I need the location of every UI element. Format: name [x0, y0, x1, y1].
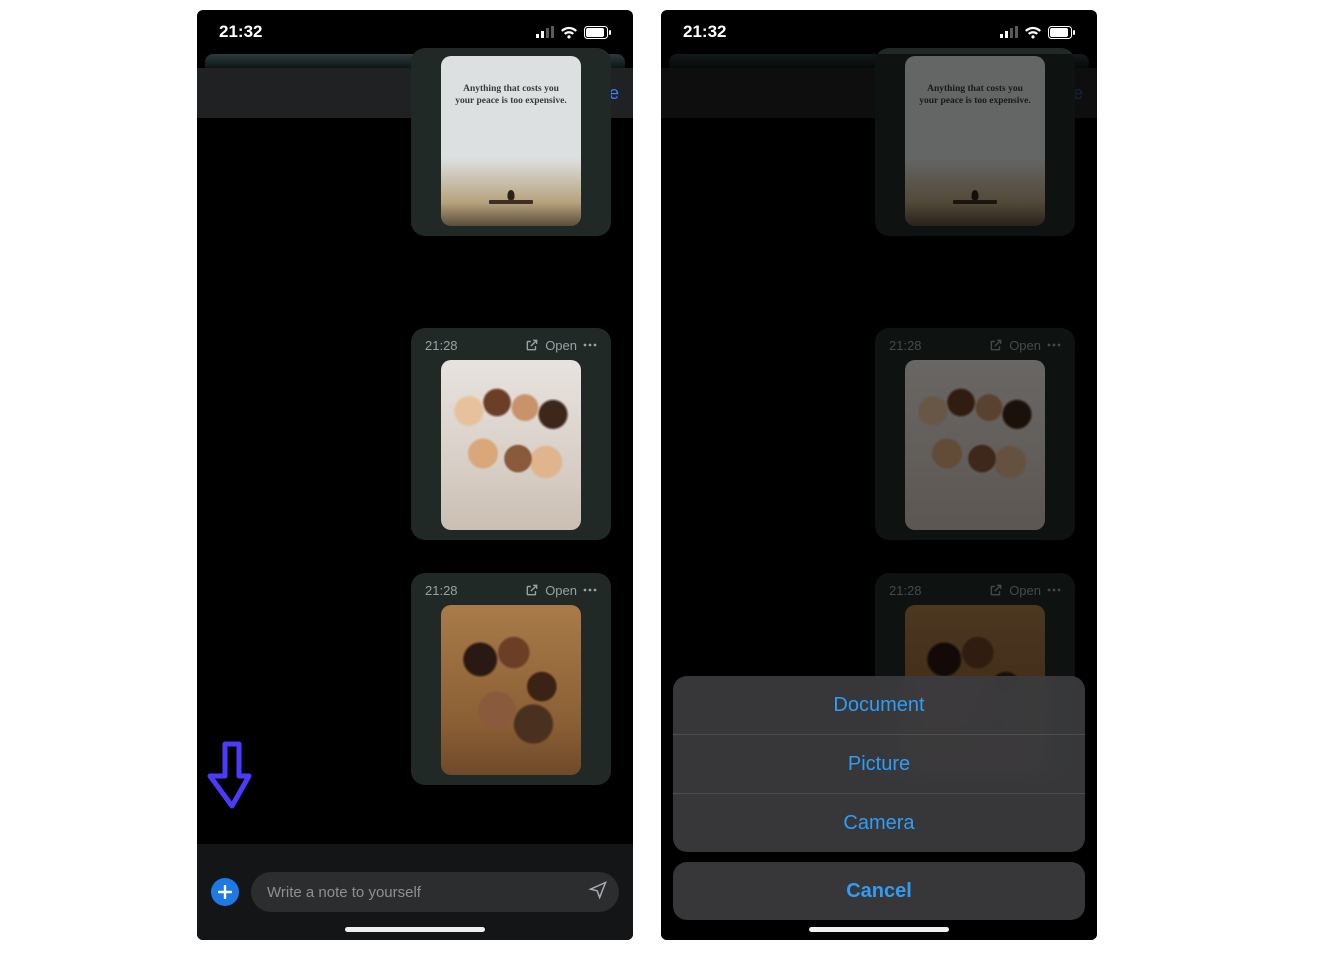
status-time: 21:32	[683, 22, 726, 42]
message-time: 21:28	[425, 338, 458, 353]
open-label[interactable]: Open	[545, 338, 577, 353]
status-icons	[536, 26, 611, 39]
canvas: 21:32 Drop Done Anything that costs you	[0, 0, 1336, 972]
message-thumbnail-quote: Anything that costs you your peace is to…	[441, 56, 581, 226]
message-bubble[interactable]: Anything that costs you your peace is to…	[411, 48, 611, 236]
note-input[interactable]: Write a note to yourself	[251, 872, 619, 912]
add-button[interactable]	[211, 878, 239, 906]
home-indicator	[345, 927, 485, 932]
quote-text: Anything that costs you your peace is to…	[441, 84, 581, 108]
open-icon[interactable]	[525, 338, 539, 352]
sheet-item-camera[interactable]: Camera	[673, 793, 1085, 852]
open-label[interactable]: Open	[545, 583, 577, 598]
annotation-arrow-icon	[207, 740, 257, 810]
message-thumbnail	[441, 605, 581, 775]
plus-icon	[218, 885, 232, 899]
cellular-icon	[1000, 26, 1018, 38]
sheet-item-picture[interactable]: Picture	[673, 734, 1085, 793]
input-bar: Write a note to yourself	[197, 844, 633, 940]
message-more-icon[interactable]	[583, 588, 597, 592]
action-sheet-options: Document Picture Camera	[673, 676, 1085, 852]
message-thumbnail	[441, 360, 581, 530]
bench-figure	[489, 192, 533, 204]
cellular-icon	[536, 26, 554, 38]
wifi-icon	[560, 26, 578, 39]
message-bubble[interactable]: 21:28 Open	[411, 328, 611, 540]
message-meta: 21:28 Open	[425, 336, 597, 354]
send-button[interactable]	[587, 880, 609, 904]
message-meta: 21:28 Open	[425, 581, 597, 599]
open-icon[interactable]	[525, 583, 539, 597]
sheet-item-document[interactable]: Document	[673, 676, 1085, 734]
battery-icon	[1048, 26, 1075, 39]
battery-icon	[584, 26, 611, 39]
phone-right: 21:32 Drop Done Anything that costs you …	[661, 10, 1097, 940]
action-sheet: Document Picture Camera Cancel	[673, 676, 1085, 920]
note-placeholder: Write a note to yourself	[267, 884, 421, 901]
message-time: 21:28	[425, 583, 458, 598]
wifi-icon	[1024, 26, 1042, 39]
message-bubble[interactable]: 21:28 Open	[411, 573, 611, 785]
message-more-icon[interactable]	[583, 343, 597, 347]
status-time: 21:32	[219, 22, 262, 42]
sheet-cancel-button[interactable]: Cancel	[673, 862, 1085, 920]
status-icons	[1000, 26, 1075, 39]
message-scroll[interactable]: Anything that costs you your peace is to…	[197, 118, 633, 940]
home-indicator	[809, 927, 949, 932]
send-icon	[587, 880, 609, 900]
phone-left: 21:32 Drop Done Anything that costs you	[197, 10, 633, 940]
